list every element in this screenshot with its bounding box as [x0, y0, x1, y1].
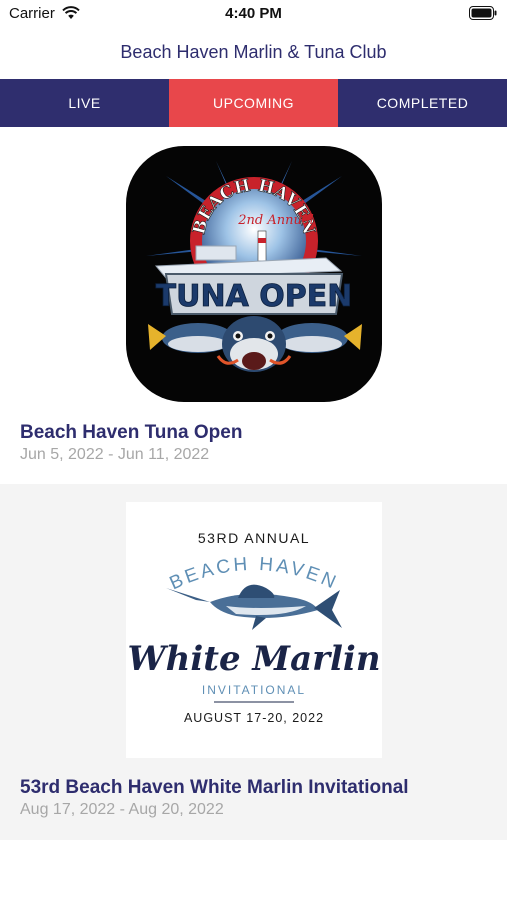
event-dates: Jun 5, 2022 - Jun 11, 2022 — [20, 446, 210, 463]
tab-live[interactable]: LIVE — [0, 79, 169, 127]
event-item-white-marlin[interactable]: 53RD ANNUAL BEACH HAVEN White Marlin INV… — [0, 484, 507, 840]
svg-text:2nd Annual: 2nd Annual — [237, 213, 314, 228]
event-name: Beach Haven Tuna Open — [20, 422, 243, 443]
event-item-tuna-open[interactable]: BEACH HAVEN 2nd Annual TUNA OPEN Beach H… — [0, 128, 507, 484]
tuna-open-logo: BEACH HAVEN 2nd Annual TUNA OPEN — [126, 146, 382, 402]
tab-completed[interactable]: COMPLETED — [338, 79, 507, 127]
tab-bar: LIVE UPCOMING COMPLETED — [0, 79, 507, 127]
svg-text:53RD ANNUAL: 53RD ANNUAL — [198, 530, 310, 546]
svg-text:TUNA OPEN: TUNA OPEN — [156, 279, 353, 314]
svg-text:AUGUST 17-20, 2022: AUGUST 17-20, 2022 — [184, 711, 324, 725]
clock: 4:40 PM — [225, 5, 282, 22]
status-bar: Carrier 4:40 PM — [0, 0, 507, 28]
svg-text:INVITATIONAL: INVITATIONAL — [202, 683, 306, 697]
tab-upcoming[interactable]: UPCOMING — [169, 79, 338, 127]
svg-text:White Marlin: White Marlin — [127, 639, 380, 679]
page-title: Beach Haven Marlin & Tuna Club — [120, 42, 387, 62]
battery-icon — [469, 6, 497, 25]
event-dates: Aug 17, 2022 - Aug 20, 2022 — [20, 801, 224, 818]
event-name: 53rd Beach Haven White Marlin Invitation… — [20, 777, 409, 798]
white-marlin-logo: 53RD ANNUAL BEACH HAVEN White Marlin INV… — [126, 502, 382, 758]
